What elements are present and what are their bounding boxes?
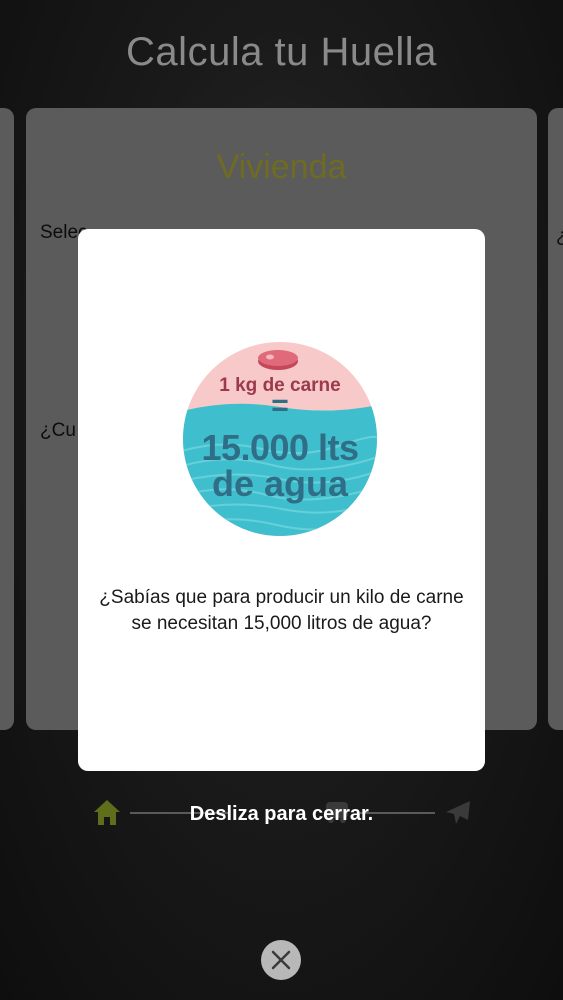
swipe-hint: Desliza para cerrar. [189, 803, 374, 825]
badge-equals: = [271, 389, 289, 422]
modal-message: ¿Sabías que para producir un kilo de car… [99, 587, 464, 634]
card-question-2: ¿Cu [40, 420, 76, 441]
steak-icon [258, 350, 298, 370]
next-card-text: ¿ [556, 226, 563, 248]
close-icon [271, 950, 291, 970]
app-title: Calcula tu Huella [126, 30, 437, 74]
badge-line-3: de agua [211, 463, 349, 504]
next-card[interactable]: ¿ [548, 108, 563, 730]
water-footprint-badge: 1 kg de carne = 15.000 lts de agua [182, 341, 378, 537]
previous-card[interactable] [0, 108, 14, 730]
card-heading: Vivienda [216, 148, 347, 186]
close-button[interactable] [261, 940, 301, 980]
info-modal: 1 kg de carne = 15.000 lts de agua ¿Sabí… [78, 229, 485, 771]
